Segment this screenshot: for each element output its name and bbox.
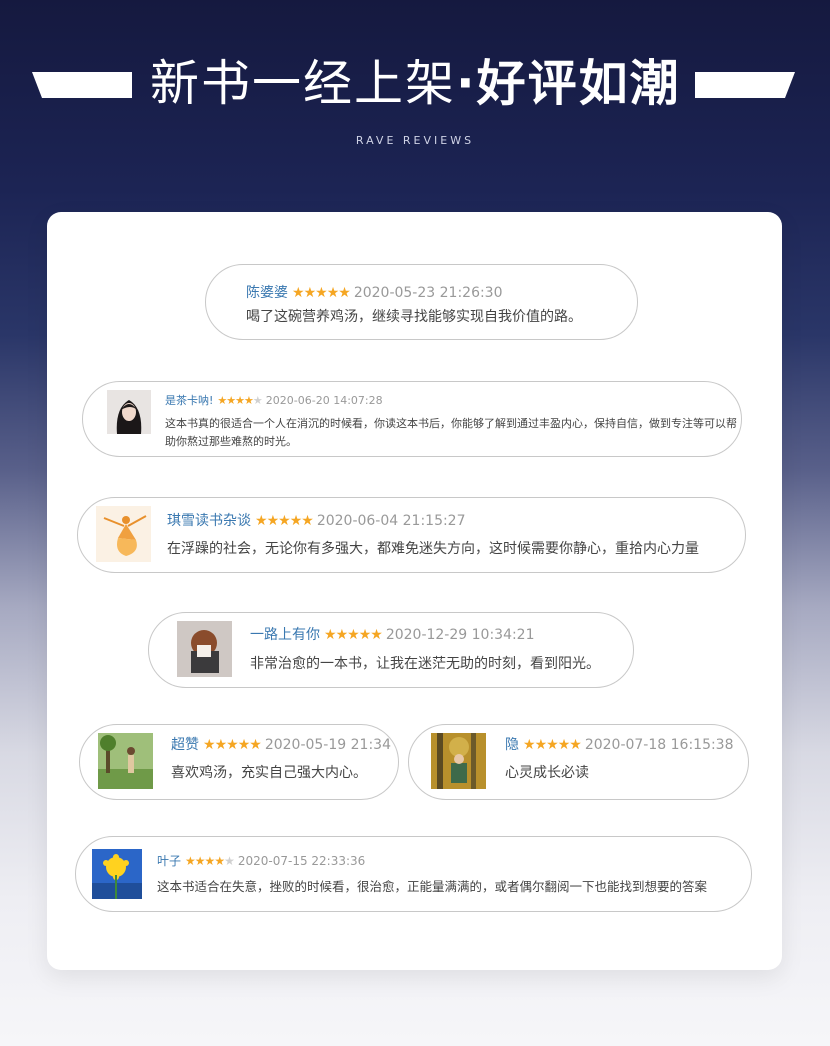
header: 新书一经上架·好评如潮 RAVE REVIEWS (0, 0, 830, 200)
star-filled-icon: ★ (338, 285, 351, 301)
star-filled-icon: ★ (289, 513, 303, 529)
star-filled-icon: ★ (358, 627, 372, 643)
star-filled-icon: ★ (335, 627, 349, 643)
star-filled-icon: ★ (235, 394, 245, 407)
subtitle: RAVE REVIEWS (355, 134, 475, 147)
review-text: 这本书真的很适合一个人在消沉的时候看，你读这本书后，你能够了解到通过丰盈内心，保… (165, 417, 737, 448)
review-bubble: 叶子 ★★★★★ 2020-07-15 22:33:36 这本书适合在失意，挫败的时… (75, 836, 752, 912)
review-bubble: 陈婆婆 ★★★★★ 2020-05-23 21:26:30 喝了这碗营养鸡汤，继续寻… (205, 264, 638, 340)
star-rating: ★★★★★ (255, 513, 314, 529)
reviewer-name[interactable]: 是茶卡呐! (165, 394, 213, 407)
person-avatar-icon (177, 621, 232, 677)
review-text: 在浮躁的社会，无论你有多强大，都难免迷失方向，这时候需要你静心，重拾内心力量 (167, 541, 699, 557)
star-filled-icon: ★ (244, 394, 254, 407)
star-rating: ★★★★★ (217, 394, 263, 407)
page-title: 新书一经上架·好评如潮 (150, 52, 680, 116)
right-slash-decoration (695, 72, 795, 98)
review-date: 2020-05-23 21:26:30 (353, 285, 503, 301)
left-slash-decoration (32, 72, 132, 98)
reviewer-name[interactable]: 隐 (505, 737, 519, 753)
star-empty-icon: ★ (252, 394, 263, 407)
star-filled-icon: ★ (217, 394, 227, 407)
review-text: 非常治愈的一本书，让我在迷茫无助的时刻，看到阳光。 (250, 656, 600, 672)
review-bubble: 是茶卡呐! ★★★★★ 2020-06-20 14:07:28 这本书真的很适合一个… (82, 381, 742, 457)
title-right: 好评如潮 (476, 55, 681, 112)
star-filled-icon: ★ (326, 285, 340, 301)
star-filled-icon: ★ (292, 285, 305, 301)
review-date: 2020-06-20 14:07:28 (265, 394, 383, 407)
star-filled-icon: ★ (347, 627, 360, 643)
dancer-avatar-icon (96, 506, 151, 562)
review-text: 这本书适合在失意，挫败的时候看，很治愈，正能量满满的，或者偶尔翻阅一下也能找到想… (157, 879, 708, 894)
review-text: 喝了这碗营养鸡汤，继续寻找能够实现自我价值的路。 (246, 309, 582, 325)
review-text: 喜欢鸡汤，充实自己强大内心。 (171, 765, 367, 781)
star-empty-icon: ★ (224, 854, 235, 868)
avatar[interactable] (96, 506, 151, 562)
star-filled-icon: ★ (569, 737, 582, 753)
star-filled-icon: ★ (557, 737, 571, 753)
avatar[interactable] (107, 390, 151, 434)
star-rating: ★★★★★ (203, 737, 262, 753)
star-filled-icon: ★ (185, 854, 196, 868)
reviewer-name[interactable]: 琪雪读书杂谈 (167, 513, 251, 529)
review-bubble: 琪雪读书杂谈 ★★★★★ 2020-06-04 21:15:27 在浮躁的社会，无论… (77, 497, 746, 573)
review-date: 2020-07-18 16:15:38 (584, 737, 734, 753)
star-filled-icon: ★ (203, 737, 216, 753)
star-rating: ★★★★★ (523, 737, 582, 753)
review-date: 2020-05-19 21:34 (264, 737, 391, 753)
star-filled-icon: ★ (249, 737, 262, 753)
star-filled-icon: ★ (266, 513, 280, 529)
reviewer-name[interactable]: 超赞 (171, 737, 199, 753)
review-bubble: 一路上有你 ★★★★★ 2020-12-29 10:34:21 非常治愈的一本书，让… (148, 612, 634, 688)
star-filled-icon: ★ (194, 854, 206, 868)
reviews-card: 陈婆婆 ★★★★★ 2020-05-23 21:26:30 喝了这碗营养鸡汤，继续寻… (47, 212, 782, 970)
star-rating: ★★★★★ (292, 285, 351, 301)
avatar[interactable] (177, 621, 232, 677)
star-rating: ★★★★★ (185, 854, 235, 868)
star-filled-icon: ★ (324, 627, 337, 643)
forest-avatar-icon (431, 733, 486, 789)
review-date: 2020-07-15 22:33:36 (237, 854, 366, 868)
star-filled-icon: ★ (204, 854, 216, 868)
star-filled-icon: ★ (523, 737, 536, 753)
dandelion-avatar-icon (92, 849, 142, 899)
reviewer-name[interactable]: 陈婆婆 (246, 285, 288, 301)
star-filled-icon: ★ (301, 513, 314, 529)
star-filled-icon: ★ (237, 737, 251, 753)
review-text: 心灵成长必读 (505, 765, 589, 781)
star-filled-icon: ★ (370, 627, 383, 643)
star-filled-icon: ★ (214, 854, 225, 868)
star-filled-icon: ★ (226, 394, 236, 407)
title-dot: · (456, 55, 477, 112)
star-filled-icon: ★ (315, 285, 328, 301)
star-filled-icon: ★ (255, 513, 268, 529)
star-filled-icon: ★ (534, 737, 548, 753)
star-filled-icon: ★ (546, 737, 559, 753)
avatar[interactable] (431, 733, 486, 789)
review-bubble: 隐 ★★★★★ 2020-07-18 16:15:38 心灵成长必读 (408, 724, 749, 800)
star-filled-icon: ★ (278, 513, 291, 529)
girl-portrait-icon (107, 390, 151, 434)
star-filled-icon: ★ (303, 285, 317, 301)
review-date: 2020-12-29 10:34:21 (385, 627, 535, 643)
reviewer-name[interactable]: 一路上有你 (250, 627, 320, 643)
title-left: 新书一经上架 (150, 55, 457, 112)
star-rating: ★★★★★ (324, 627, 383, 643)
review-bubble: 超赞 ★★★★★ 2020-05-19 21:34 喜欢鸡汤，充实自己强大内心。 (79, 724, 399, 800)
star-filled-icon: ★ (226, 737, 239, 753)
review-date: 2020-06-04 21:15:27 (316, 513, 466, 529)
avatar[interactable] (98, 733, 153, 789)
reviewer-name[interactable]: 叶子 (157, 854, 181, 868)
garden-avatar-icon (98, 733, 153, 789)
avatar[interactable] (92, 849, 142, 899)
star-filled-icon: ★ (214, 737, 228, 753)
